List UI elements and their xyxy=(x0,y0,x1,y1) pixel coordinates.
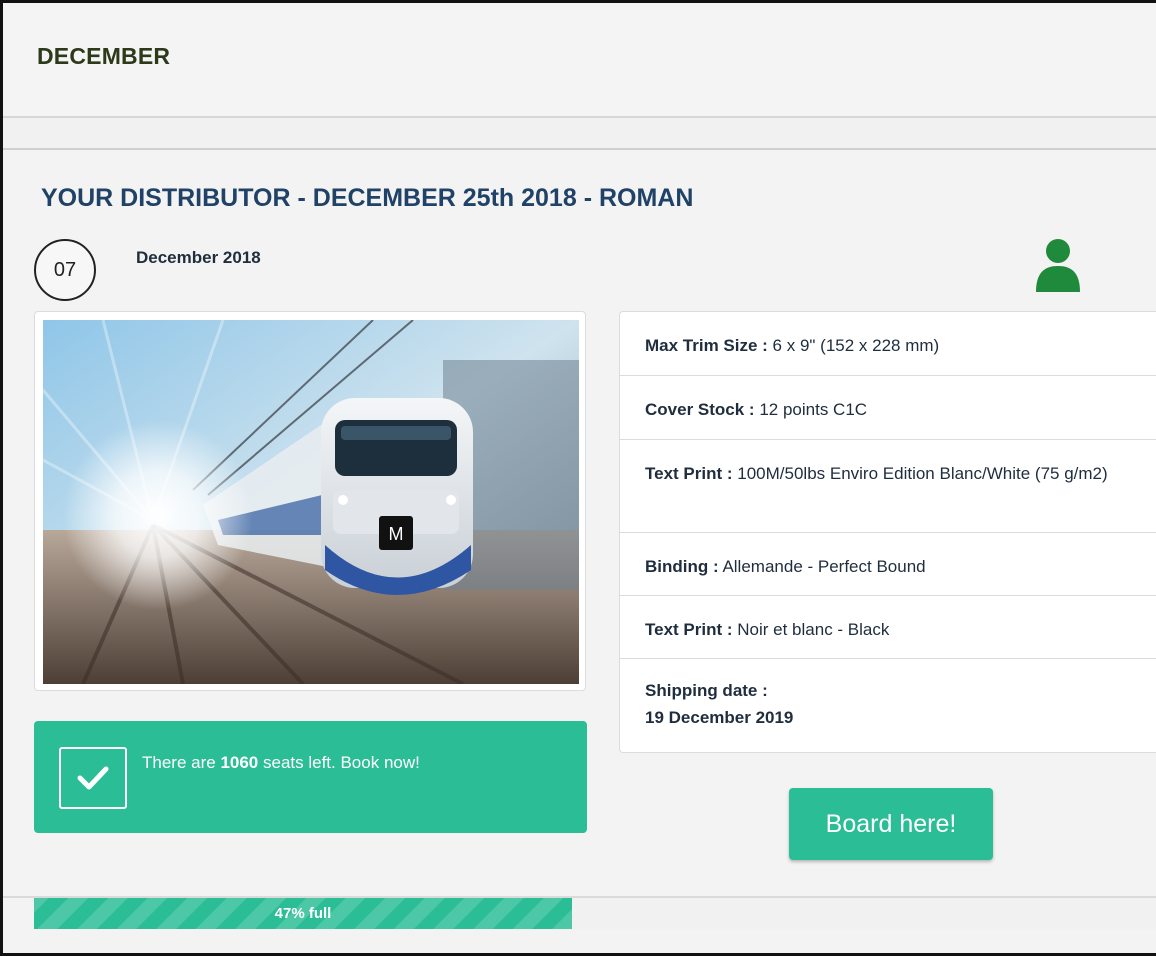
spec-value: 19 December 2019 xyxy=(645,708,794,727)
spec-value: 12 points C1C xyxy=(754,400,868,419)
spec-label: Shipping date : xyxy=(645,681,768,700)
divider-band xyxy=(3,118,1156,150)
user-icon[interactable] xyxy=(1033,236,1083,294)
checkmark-icon[interactable] xyxy=(59,747,127,809)
spec-row-text-print-paper: Text Print : 100M/50lbs Enviro Edition B… xyxy=(620,440,1156,533)
photo-card: M xyxy=(34,311,586,691)
spec-row-binding: Binding : Allemande - Perfect Bound xyxy=(620,533,1156,596)
page-frame: DECEMBER YOUR DISTRIBUTOR - DECEMBER 25t… xyxy=(0,0,1156,956)
seats-notice: There are 1060 seats left. Book now! xyxy=(34,721,587,833)
header-title: DECEMBER xyxy=(37,43,171,69)
train-illustration: M xyxy=(43,320,579,684)
seats-count: 1060 xyxy=(220,753,259,772)
capacity-progress-fill: 47% full xyxy=(34,898,572,929)
notice-suffix: seats left. Book now! xyxy=(258,753,420,772)
board-here-button[interactable]: Board here! xyxy=(789,788,993,860)
train-logo-letter: M xyxy=(389,524,404,544)
notice-prefix: There are xyxy=(142,753,221,772)
capacity-progress-label: 47% full xyxy=(274,905,332,922)
day-number: 07 xyxy=(53,258,77,281)
spec-label: Cover Stock : xyxy=(645,400,755,419)
spec-label: Max Trim Size : xyxy=(645,336,768,355)
spec-row-cover-stock: Cover Stock : 12 points C1C xyxy=(620,376,1156,440)
spec-value: 100M/50lbs Enviro Edition Blanc/White (7… xyxy=(732,464,1108,483)
spec-row-shipping-date: Shipping date : 19 December 2019 xyxy=(620,659,1156,752)
header-bar: DECEMBER xyxy=(3,3,1156,118)
day-badge: 07 xyxy=(34,239,96,301)
spec-label: Text Print : xyxy=(645,620,733,639)
train-photo: M xyxy=(43,320,579,684)
spec-row-text-print-color: Text Print : Noir et blanc - Black xyxy=(620,596,1156,659)
spec-label: Binding : xyxy=(645,557,719,576)
seats-notice-text: There are 1060 seats left. Book now! xyxy=(142,753,420,773)
event-title: YOUR DISTRIBUTOR - DECEMBER 25th 2018 - … xyxy=(41,184,694,212)
spec-value: Noir et blanc - Black xyxy=(732,620,890,639)
spec-label: Text Print : xyxy=(645,464,733,483)
capacity-progress-bar: 47% full xyxy=(34,898,1156,929)
month-label: December 2018 xyxy=(136,248,261,267)
spec-row-trim-size: Max Trim Size : 6 x 9" (152 x 228 mm) xyxy=(620,312,1156,376)
spec-value: 6 x 9" (152 x 228 mm) xyxy=(767,336,940,355)
spec-list: Max Trim Size : 6 x 9" (152 x 228 mm) Co… xyxy=(619,311,1156,753)
spec-value: Allemande - Perfect Bound xyxy=(718,557,926,576)
